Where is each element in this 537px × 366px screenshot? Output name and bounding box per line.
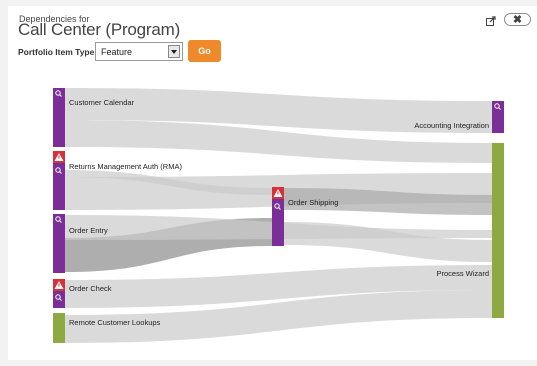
warning-icon[interactable] xyxy=(272,187,284,199)
node-label-returns-management-auth: Returns Management Auth (RMA) xyxy=(69,162,182,171)
node-label-order-check: Order Check xyxy=(69,284,112,293)
node-label-order-shipping: Order Shipping xyxy=(288,198,338,207)
node-accounting-integration[interactable] xyxy=(492,101,504,133)
node-label-process-wizard: Process Wizard xyxy=(436,269,489,278)
warning-icon[interactable] xyxy=(53,151,65,163)
node-label-order-entry: Order Entry xyxy=(69,226,108,235)
link-order-shipping-process-wizard-2[interactable] xyxy=(284,222,492,262)
warning-icon[interactable] xyxy=(53,279,65,291)
node-customer-calendar[interactable] xyxy=(53,88,65,147)
node-label-customer-calendar: Customer Calendar xyxy=(69,98,135,107)
node-label-remote-customer-lookups: Remote Customer Lookups xyxy=(69,318,161,327)
node-remote-customer-lookups[interactable] xyxy=(53,313,65,343)
dependency-sankey-diagram: Customer Calendar Returns Management Aut… xyxy=(53,88,504,343)
node-label-accounting-integration: Accounting Integration xyxy=(414,121,489,130)
node-process-wizard[interactable] xyxy=(492,143,504,318)
node-order-entry[interactable] xyxy=(53,214,65,273)
